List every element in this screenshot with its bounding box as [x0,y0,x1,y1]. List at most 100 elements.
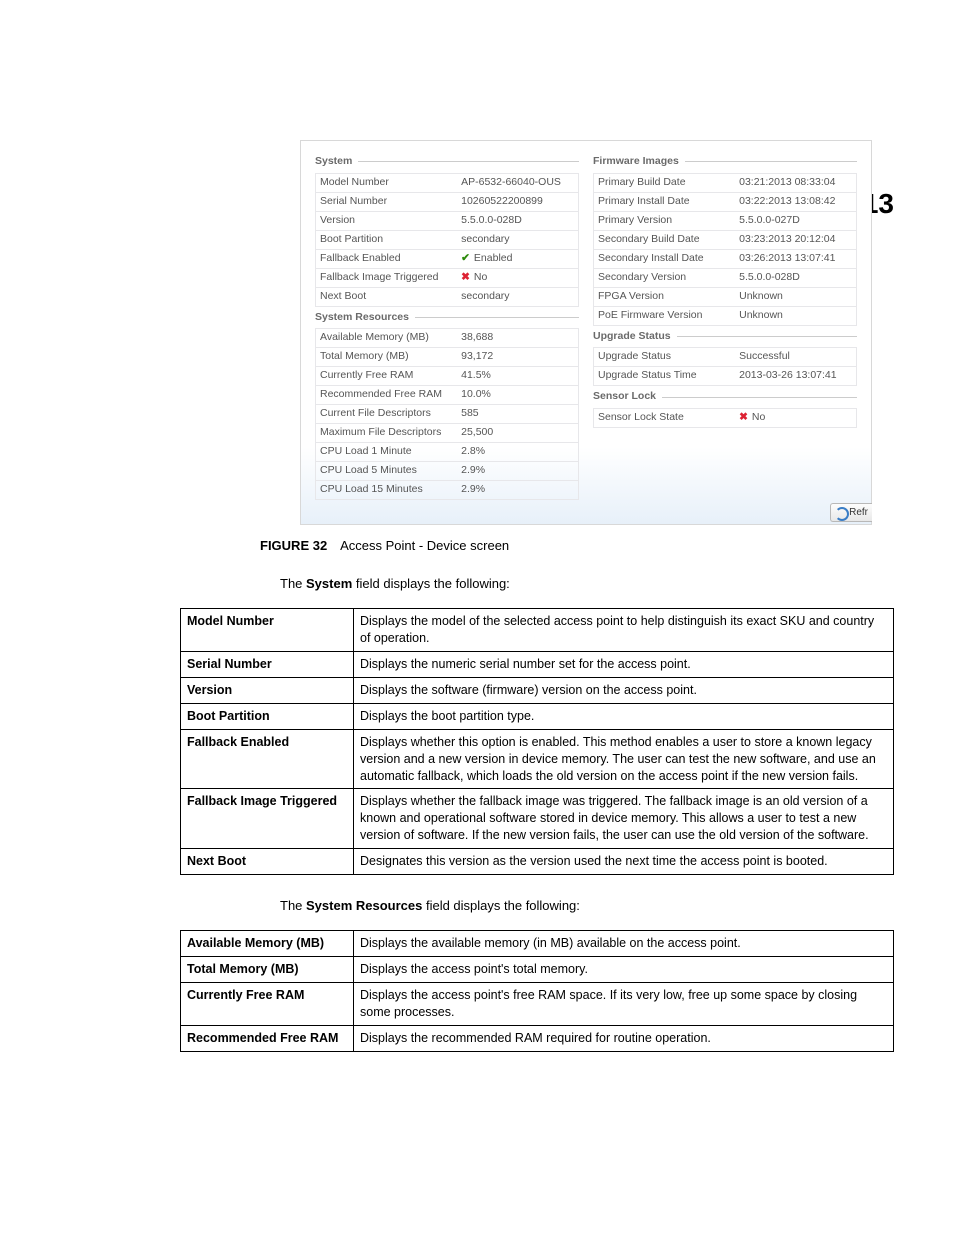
desc-cell: Displays the access point's free RAM spa… [354,983,894,1026]
system-resources-fields-table: Available Memory (MB)Displays the availa… [180,930,894,1051]
kv-key: Upgrade Status [598,350,739,364]
divider [415,317,579,318]
term-cell: Serial Number [181,652,354,678]
table-row: Fallback Image TriggeredDisplays whether… [181,789,894,849]
desc-cell: Displays the numeric serial number set f… [354,652,894,678]
text: field displays the following: [352,576,510,591]
kv-row: Available Memory (MB)38,688 [315,328,579,348]
kv-key: Available Memory (MB) [320,331,461,345]
kv-value: ✔Enabled [461,252,574,266]
desc-cell: Displays the software (firmware) version… [354,678,894,704]
cross-icon: ✖ [739,411,748,425]
kv-row: Model NumberAP-6532-66040-OUS [315,173,579,193]
kv-row: Primary Build Date03:21:2013 08:33:04 [593,173,857,193]
desc-cell: Displays the available memory (in MB) av… [354,931,894,957]
kv-value-text: 2013-03-26 13:07:41 [739,369,837,383]
kv-value: 2.9% [461,483,574,497]
kv-value: 41.5% [461,369,574,383]
kv-value-text: 2.9% [461,464,485,478]
intro-system: The System field displays the following: [280,575,894,593]
kv-row: Version5.5.0.0-028D [315,212,579,231]
panel-title-upgrade: Upgrade Status [593,330,857,344]
kv-row: FPGA VersionUnknown [593,288,857,307]
panel-title-firmware: Firmware Images [593,155,857,169]
kv-value-text: 41.5% [461,369,491,383]
kv-value-text: 03:22:2013 13:08:42 [739,195,835,209]
kv-value: 03:23:2013 20:12:04 [739,233,852,247]
kv-value: 5.5.0.0-027D [739,214,852,228]
divider [358,161,579,162]
panel-title-label: Upgrade Status [593,330,671,344]
kv-key: Version [320,214,461,228]
panel-title-label: Sensor Lock [593,390,656,404]
desc-cell: Displays whether the fallback image was … [354,789,894,849]
kv-value: 2.9% [461,464,574,478]
kv-key: Maximum File Descriptors [320,426,461,440]
kv-key: FPGA Version [598,290,739,304]
kv-row: Upgrade Status Time2013-03-26 13:07:41 [593,367,857,386]
kv-row: Fallback Image Triggered✖No [315,269,579,288]
kv-row: CPU Load 5 Minutes2.9% [315,462,579,481]
kv-key: Primary Install Date [598,195,739,209]
panel-title-sensor: Sensor Lock [593,390,857,404]
figure-label: FIGURE 32 [260,538,327,553]
kv-value-text: 585 [461,407,479,421]
kv-value-text: 2.9% [461,483,485,497]
kv-value-text: secondary [461,233,509,247]
kv-key: Upgrade Status Time [598,369,739,383]
term-cell: Available Memory (MB) [181,931,354,957]
table-row: VersionDisplays the software (firmware) … [181,678,894,704]
panel-upgrade-status: Upgrade StatusSuccessfulUpgrade Status T… [593,347,857,386]
system-fields-table: Model NumberDisplays the model of the se… [180,608,894,875]
term-cell: Recommended Free RAM [181,1025,354,1051]
table-row: Model NumberDisplays the model of the se… [181,609,894,652]
panel-firmware-images: Primary Build Date03:21:2013 08:33:04Pri… [593,173,857,326]
kv-key: Next Boot [320,290,461,304]
text: field displays the following: [422,898,580,913]
term-cell: Total Memory (MB) [181,957,354,983]
kv-row: Fallback Enabled✔Enabled [315,250,579,269]
kv-value: ✖ No [739,411,852,425]
kv-row: Next Bootsecondary [315,288,579,307]
figure-title: Access Point - Device screen [340,538,509,553]
kv-value-text: 5.5.0.0-028D [461,214,522,228]
kv-value: 2.8% [461,445,574,459]
kv-value-text: 2.8% [461,445,485,459]
refresh-button[interactable]: Refr [830,503,872,522]
kv-value-text: 5.5.0.0-028D [739,271,800,285]
text-bold: System [306,576,352,591]
device-screen-screenshot: System Model NumberAP-6532-66040-OUSSeri… [300,140,872,525]
kv-value-text: Enabled [474,252,513,266]
divider [677,336,857,337]
kv-row: Serial Number10260522200899 [315,193,579,212]
kv-row: Recommended Free RAM10.0% [315,386,579,405]
desc-cell: Displays the access point's total memory… [354,957,894,983]
panel-title-label: Firmware Images [593,155,679,169]
kv-value-text: No [752,411,765,425]
kv-value: 38,688 [461,331,574,345]
kv-row: Secondary Build Date03:23:2013 20:12:04 [593,231,857,250]
panel-system-resources: Available Memory (MB)38,688Total Memory … [315,328,579,500]
kv-value: 2013-03-26 13:07:41 [739,369,852,383]
table-row: Fallback EnabledDisplays whether this op… [181,729,894,789]
desc-cell: Designates this version as the version u… [354,849,894,875]
kv-row: Primary Install Date03:22:2013 13:08:42 [593,193,857,212]
panel-sensor-lock: Sensor Lock State✖No [593,408,857,428]
kv-value-text: 10.0% [461,388,491,402]
kv-value: 585 [461,407,574,421]
table-row: Recommended Free RAMDisplays the recomme… [181,1025,894,1051]
panel-title-system-resources: System Resources [315,311,579,325]
kv-key: Recommended Free RAM [320,388,461,402]
kv-value-text: Unknown [739,290,783,304]
kv-row: Current File Descriptors585 [315,405,579,424]
kv-value-text: No [474,271,487,285]
kv-row: Boot Partitionsecondary [315,231,579,250]
table-row: Serial NumberDisplays the numeric serial… [181,652,894,678]
cross-icon: ✖ [461,271,470,285]
kv-value-text: AP-6532-66040-OUS [461,176,561,190]
table-row: Boot PartitionDisplays the boot partitio… [181,703,894,729]
kv-value: Successful [739,350,852,364]
term-cell: Model Number [181,609,354,652]
kv-row: Secondary Version5.5.0.0-028D [593,269,857,288]
panel-title-label: System [315,155,352,169]
